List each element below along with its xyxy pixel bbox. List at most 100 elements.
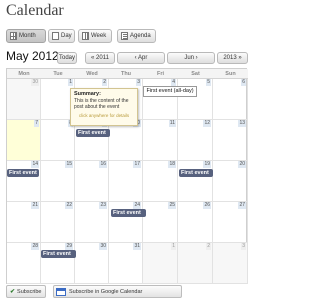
day-cell[interactable]: 9: [75, 120, 109, 161]
day-number[interactable]: 1: [171, 243, 176, 250]
day-cell[interactable]: 30: [7, 79, 41, 120]
today-button[interactable]: Today: [57, 52, 77, 64]
month-view-icon: [10, 32, 17, 40]
day-cell[interactable]: 2: [178, 243, 213, 284]
popover-text: This is the content of the post about th…: [74, 98, 129, 110]
day-number[interactable]: 17: [133, 161, 141, 168]
day-cell[interactable]: 25: [143, 202, 178, 243]
day-cell[interactable]: 26: [178, 202, 213, 243]
day-view-label: Day: [61, 33, 72, 39]
day-cell[interactable]: 7: [7, 120, 41, 161]
week-view-label: Week: [91, 33, 107, 39]
checkmark-icon: ✔: [10, 289, 16, 295]
day-cell[interactable]: 18: [143, 161, 178, 202]
day-number[interactable]: 3: [136, 79, 141, 86]
event-summary-popover[interactable]: Summary: This is the content of the post…: [70, 88, 138, 126]
popover-title: Summary:: [74, 91, 101, 97]
day-number[interactable]: 13: [238, 120, 246, 127]
day-cell[interactable]: 13: [213, 120, 248, 161]
day-number[interactable]: 11: [168, 120, 176, 127]
prev-month-button[interactable]: ‹ Apr: [117, 52, 165, 64]
day-cell[interactable]: 22: [41, 202, 75, 243]
day-number[interactable]: 27: [238, 202, 246, 209]
day-number[interactable]: 23: [99, 202, 107, 209]
google-calendar-icon: [56, 287, 66, 296]
next-month-button[interactable]: Jun ›: [167, 52, 215, 64]
day-number[interactable]: 18: [168, 161, 176, 168]
calendar-event[interactable]: First event: [179, 169, 213, 177]
day-number[interactable]: 4: [171, 79, 176, 86]
day-number[interactable]: 3: [241, 243, 246, 250]
week-view-button[interactable]: Week: [78, 29, 112, 43]
day-cell[interactable]: 19: [178, 161, 213, 202]
day-cell[interactable]: 14: [7, 161, 41, 202]
day-number[interactable]: 20: [238, 161, 246, 168]
weekday-header: Mon: [7, 69, 41, 79]
subscribe-button[interactable]: ✔ Subscribe: [6, 285, 46, 298]
calendar-event[interactable]: First event: [7, 169, 39, 177]
day-number[interactable]: 12: [203, 120, 211, 127]
day-view-button[interactable]: Day: [48, 29, 75, 43]
agenda-view-label: Agenda: [130, 33, 151, 39]
weekday-header: Sun: [213, 69, 248, 79]
day-cell[interactable]: 16: [75, 161, 109, 202]
subscribe-google-calendar-button[interactable]: Subscribe in Google Calendar: [53, 285, 182, 298]
weekday-header: Thu: [109, 69, 143, 79]
day-number[interactable]: 30: [31, 79, 39, 86]
day-number[interactable]: 14: [31, 161, 39, 168]
day-number[interactable]: 28: [31, 243, 39, 250]
month-view-button[interactable]: Month: [6, 29, 46, 43]
day-number[interactable]: 29: [65, 243, 73, 250]
day-number[interactable]: 26: [203, 202, 211, 209]
day-cell[interactable]: 8: [41, 120, 75, 161]
agenda-view-button[interactable]: Agenda: [117, 29, 156, 43]
day-number[interactable]: 30: [99, 243, 107, 250]
day-number[interactable]: 6: [241, 79, 246, 86]
day-cell[interactable]: 10: [109, 120, 143, 161]
day-number[interactable]: 5: [206, 79, 211, 86]
subscribe-google-label: Subscribe in Google Calendar: [69, 288, 143, 295]
day-number[interactable]: 16: [99, 161, 107, 168]
month-title: May 2012: [6, 49, 59, 63]
calendar-event[interactable]: First event: [76, 129, 110, 137]
day-cell[interactable]: 1: [143, 243, 178, 284]
calendar-event[interactable]: First event: [111, 209, 146, 217]
day-cell[interactable]: 6: [213, 79, 248, 120]
day-number[interactable]: 2: [102, 79, 107, 86]
day-number[interactable]: 1: [68, 79, 73, 86]
day-cell[interactable]: 30: [75, 243, 109, 284]
next-year-button[interactable]: 2013 »: [217, 52, 248, 64]
day-number[interactable]: 25: [168, 202, 176, 209]
popover-details-link[interactable]: click anywhere for details: [74, 113, 134, 118]
day-number[interactable]: 21: [31, 202, 39, 209]
day-cell[interactable]: 3: [213, 243, 248, 284]
weekday-header: Wed: [75, 69, 109, 79]
allday-event-tooltip: First event (all-day): [143, 86, 197, 97]
day-cell[interactable]: 23: [75, 202, 109, 243]
weekday-header: Fri: [143, 69, 178, 79]
day-cell[interactable]: 21: [7, 202, 41, 243]
day-cell[interactable]: 11: [143, 120, 178, 161]
day-cell[interactable]: 15: [41, 161, 75, 202]
day-cell[interactable]: 31: [109, 243, 143, 284]
month-view-label: Month: [19, 33, 36, 39]
prev-year-button[interactable]: « 2011: [85, 52, 115, 64]
calendar-event[interactable]: First event: [41, 250, 76, 258]
day-number[interactable]: 31: [133, 243, 141, 250]
day-number[interactable]: 22: [65, 202, 73, 209]
day-number[interactable]: 24: [133, 202, 141, 209]
day-number[interactable]: 15: [65, 161, 73, 168]
agenda-view-icon: [121, 32, 128, 40]
day-cell[interactable]: 28: [7, 243, 41, 284]
day-cell[interactable]: 20: [213, 161, 248, 202]
day-number[interactable]: 7: [34, 120, 39, 127]
day-cell[interactable]: 17: [109, 161, 143, 202]
week-view-icon: [82, 32, 89, 40]
weekday-header: Tue: [41, 69, 75, 79]
day-cell[interactable]: 12: [178, 120, 213, 161]
weekday-header: Sat: [178, 69, 213, 79]
day-view-icon: [52, 32, 59, 40]
day-number[interactable]: 2: [206, 243, 211, 250]
day-cell[interactable]: 27: [213, 202, 248, 243]
day-number[interactable]: 19: [203, 161, 211, 168]
